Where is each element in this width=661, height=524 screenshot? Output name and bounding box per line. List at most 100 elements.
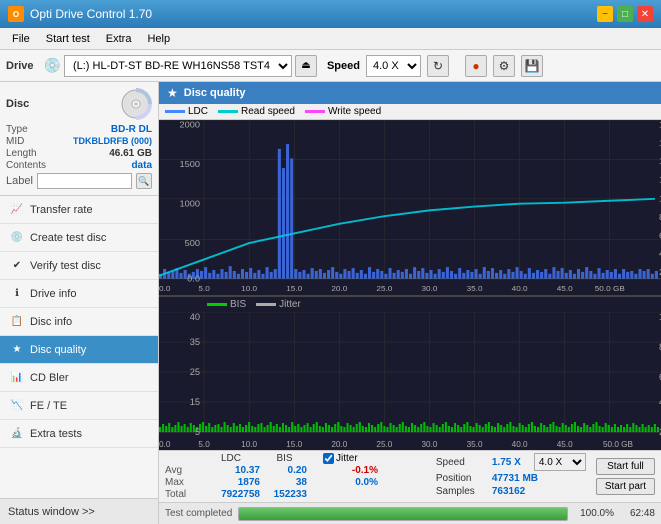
svg-text:1000: 1000 [179, 199, 200, 209]
minimize-button[interactable]: − [597, 6, 613, 22]
sidebar-item-cd-bler[interactable]: 📊 CD Bler [0, 364, 158, 392]
svg-text:25.0: 25.0 [376, 284, 393, 293]
speed-stat-row: Speed 1.75 X 4.0 X [436, 453, 586, 471]
svg-text:5.0: 5.0 [198, 440, 210, 449]
total-ldc: 7922758 [202, 489, 260, 500]
write-button[interactable]: ● [465, 55, 487, 77]
menu-bar: File Start test Extra Help [0, 28, 661, 50]
progress-bar-inner [239, 508, 567, 520]
sidebar-item-extra-tests[interactable]: 🔬 Extra tests [0, 420, 158, 448]
progress-bar-outer [238, 507, 568, 521]
sidebar-item-transfer-rate[interactable]: 📈 Transfer rate [0, 196, 158, 224]
svg-text:50.0 GB: 50.0 GB [595, 284, 625, 293]
svg-text:15: 15 [190, 397, 200, 407]
speed-label: Speed [327, 60, 360, 72]
content-header: ★ Disc quality [159, 82, 661, 104]
speed-stat-select[interactable]: 4.0 X [534, 453, 586, 471]
maximize-button[interactable]: □ [617, 6, 633, 22]
sidebar-item-drive-info[interactable]: ℹ Drive info [0, 280, 158, 308]
svg-text:50.0 GB: 50.0 GB [603, 440, 633, 449]
eject-button[interactable]: ⏏ [295, 55, 317, 77]
svg-text:0.0: 0.0 [187, 274, 200, 284]
disc-row-length: Length 46.61 GB [6, 148, 152, 159]
disc-info-icon: 📋 [10, 315, 24, 329]
jitter-col-header: Jitter [336, 453, 358, 464]
chart-bottom: 40 35 25 15 5 10% 8% 6% 4% 2% 0.0 5.0 10… [159, 312, 661, 450]
content-title: Disc quality [184, 87, 246, 99]
jitter-color-swatch [256, 303, 276, 306]
position-value: 47731 MB [492, 473, 538, 484]
avg-ldc: 10.37 [202, 465, 260, 476]
menu-help[interactable]: Help [139, 31, 178, 47]
svg-text:20.0: 20.0 [331, 440, 347, 449]
disc-info-panel: Disc Type BD-R DL MID TDKBLDRFB (000) Le… [0, 82, 158, 196]
refresh-button[interactable]: ↻ [427, 55, 449, 77]
speed-stat-value: 1.75 X [492, 457, 530, 468]
disc-header: Disc [6, 88, 152, 120]
stats-grid: LDC BIS Jitter Avg 10.37 0.20 -0.1% Max … [165, 453, 424, 500]
sidebar-item-disc-quality[interactable]: ★ Disc quality [0, 336, 158, 364]
sidebar-item-fe-te[interactable]: 📉 FE / TE [0, 392, 158, 420]
type-value: BD-R DL [111, 124, 152, 135]
svg-text:40: 40 [190, 312, 200, 322]
content-header-icon: ★ [167, 86, 178, 100]
disc-panel-title: Disc [6, 98, 29, 110]
max-jitter: 0.0% [323, 477, 378, 488]
max-ldc: 1876 [202, 477, 260, 488]
start-part-button[interactable]: Start part [596, 478, 655, 495]
type-label: Type [6, 124, 28, 135]
jitter-checkbox[interactable] [323, 453, 334, 464]
sidebar-item-create-test-disc[interactable]: 💿 Create test disc [0, 224, 158, 252]
avg-label: Avg [165, 465, 200, 476]
svg-text:25: 25 [190, 367, 200, 377]
button-column: Start full Start part [596, 453, 655, 500]
title-bar-controls: − □ ✕ [597, 6, 653, 22]
svg-text:30.0: 30.0 [421, 284, 438, 293]
max-label: Max [165, 477, 200, 488]
menu-file[interactable]: File [4, 31, 38, 47]
contents-label: Contents [6, 160, 46, 171]
save-button[interactable]: 💾 [521, 55, 543, 77]
legend-write-speed: Write speed [305, 106, 381, 117]
drive-select[interactable]: (L:) HL-DT-ST BD-RE WH16NS58 TST4 [64, 55, 292, 77]
total-label: Total [165, 489, 200, 500]
settings-button[interactable]: ⚙ [493, 55, 515, 77]
status-window-button[interactable]: Status window >> [0, 498, 158, 524]
avg-bis: 0.20 [262, 465, 307, 476]
svg-text:2000: 2000 [179, 120, 200, 130]
svg-text:15.0: 15.0 [286, 440, 302, 449]
chart-bottom-svg: 40 35 25 15 5 10% 8% 6% 4% 2% 0.0 5.0 10… [159, 312, 661, 450]
fe-te-icon: 📉 [10, 399, 24, 413]
speed-stat-label: Speed [436, 457, 488, 468]
start-full-button[interactable]: Start full [596, 458, 655, 475]
chart-top: 2000 1500 1000 500 0.0 18X 16X 14X 12X 1… [159, 120, 661, 296]
disc-label-row: Label 🔍 [6, 173, 152, 189]
svg-text:10.0: 10.0 [241, 440, 257, 449]
transfer-rate-icon: 📈 [10, 203, 24, 217]
label-input[interactable] [37, 173, 132, 189]
menu-extra[interactable]: Extra [98, 31, 140, 47]
legend-jitter: Jitter [256, 299, 301, 310]
svg-text:5: 5 [195, 427, 200, 437]
svg-text:0.0: 0.0 [159, 440, 171, 449]
samples-value: 763162 [492, 486, 525, 497]
right-stats: Speed 1.75 X 4.0 X Position 47731 MB Sam… [436, 453, 586, 500]
content-area: ★ Disc quality LDC Read speed Write spee… [159, 82, 661, 524]
label-search-button[interactable]: 🔍 [136, 173, 152, 189]
svg-text:25.0: 25.0 [376, 440, 392, 449]
extra-tests-icon: 🔬 [10, 427, 24, 441]
svg-text:35.0: 35.0 [467, 284, 484, 293]
svg-text:15.0: 15.0 [286, 284, 303, 293]
sidebar: Disc Type BD-R DL MID TDKBLDRFB (000) Le… [0, 82, 159, 524]
close-button[interactable]: ✕ [637, 6, 653, 22]
sidebar-item-verify-test-disc[interactable]: ✔ Verify test disc [0, 252, 158, 280]
speed-select[interactable]: 4.0 X [366, 55, 421, 77]
sidebar-item-disc-info[interactable]: 📋 Disc info [0, 308, 158, 336]
progress-percent: 100.0% [574, 508, 614, 519]
chart-top-svg: 2000 1500 1000 500 0.0 18X 16X 14X 12X 1… [159, 120, 661, 295]
ldc-col-header: LDC [202, 453, 260, 464]
svg-text:45.0: 45.0 [557, 440, 573, 449]
disc-row-contents: Contents data [6, 160, 152, 171]
position-label: Position [436, 473, 488, 484]
menu-start-test[interactable]: Start test [38, 31, 98, 47]
